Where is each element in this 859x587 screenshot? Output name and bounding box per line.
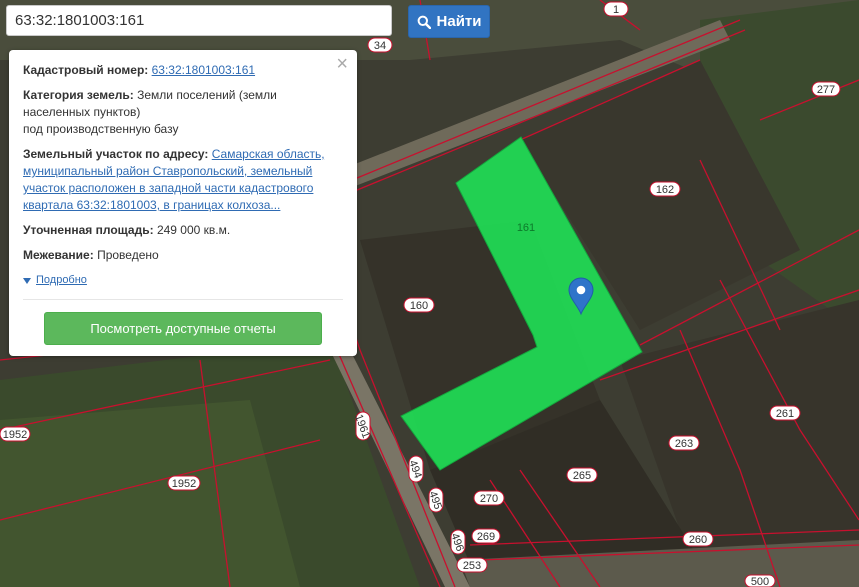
land-category-row: Категория земель: Земли поселений (земли… — [23, 87, 343, 138]
search-icon — [417, 15, 431, 29]
view-reports-label: Посмотреть доступные отчеты — [90, 321, 276, 336]
parcel-label-263: 263 — [675, 438, 693, 450]
parcel-label-253: 253 — [463, 560, 481, 572]
land-category-value-1: Земли поселений (земли — [137, 88, 277, 102]
address-label: Земельный участок по адресу: — [23, 147, 209, 161]
survey-value: Проведено — [97, 248, 159, 262]
cadastral-number-row: Кадастровый номер: 63:32:1801003:161 — [23, 62, 343, 79]
details-toggle[interactable]: Подробно — [23, 272, 343, 289]
parcel-label-161: 161 — [517, 222, 535, 234]
search-button[interactable]: Найти — [408, 5, 490, 38]
land-category-value-3: под производственную базу — [23, 122, 179, 136]
details-link[interactable]: Подробно — [36, 272, 87, 289]
address-link-1[interactable]: Самарская область, — [212, 147, 325, 161]
area-value: 249 000 кв.м. — [156, 223, 231, 237]
address-row: Земельный участок по адресу: Самарская о… — [23, 146, 343, 214]
parcel-label-1952b: 1952 — [172, 478, 196, 490]
parcel-label-1952a: 1952 — [3, 429, 27, 441]
popup-divider — [23, 299, 343, 300]
search-button-label: Найти — [436, 13, 482, 30]
survey-row: Межевание: Проведено — [23, 247, 343, 264]
cadastral-number-link[interactable]: 63:32:1801003:161 — [152, 63, 255, 77]
close-icon[interactable]: × — [336, 54, 348, 74]
caret-down-icon — [23, 277, 31, 284]
survey-label: Межевание: — [23, 248, 94, 262]
search-input[interactable] — [6, 5, 392, 36]
cadastral-number-label: Кадастровый номер: — [23, 63, 149, 77]
parcel-label-269: 269 — [477, 531, 495, 543]
parcel-label-277: 277 — [817, 84, 835, 96]
parcel-label-1: 1 — [613, 4, 619, 16]
address-link-3[interactable]: участок расположен в западной части када… — [23, 181, 313, 195]
parcel-label-265: 265 — [573, 470, 591, 482]
address-link-2[interactable]: муниципальный район Ставропольский, земе… — [23, 164, 312, 178]
view-reports-button[interactable]: Посмотреть доступные отчеты — [44, 312, 322, 345]
parcel-label-270: 270 — [480, 493, 498, 505]
parcel-info-popup: × Кадастровый номер: 63:32:1801003:161 К… — [9, 50, 357, 356]
parcel-label-261: 261 — [776, 408, 794, 420]
land-category-label: Категория земель: — [23, 88, 134, 102]
area-label: Уточненная площадь: — [23, 223, 154, 237]
parcel-label-34: 34 — [374, 40, 386, 52]
parcel-label-160: 160 — [410, 300, 428, 312]
parcel-label-162: 162 — [656, 184, 674, 196]
land-category-value-2: населенных пунктов) — [23, 105, 141, 119]
parcel-label-500: 500 — [751, 576, 769, 587]
area-row: Уточненная площадь: 249 000 кв.м. — [23, 222, 343, 239]
parcel-label-260: 260 — [689, 534, 707, 546]
address-link-4[interactable]: квартала 63:32:1801003, в границах колхо… — [23, 198, 280, 212]
